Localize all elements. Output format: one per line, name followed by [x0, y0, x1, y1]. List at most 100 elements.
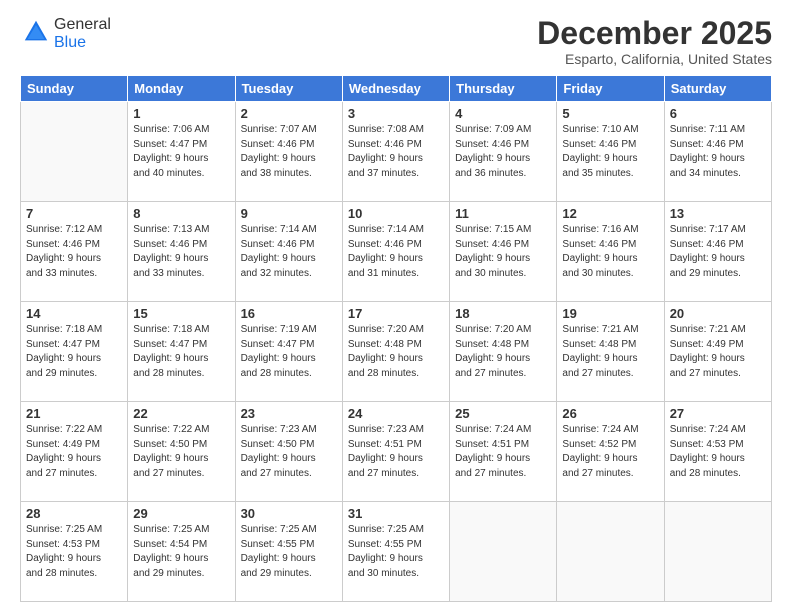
day-number: 11 — [455, 206, 551, 221]
logo-icon — [22, 18, 50, 46]
calendar-cell — [664, 502, 771, 602]
page: General Blue December 2025 Esparto, Cali… — [0, 0, 792, 612]
day-number: 31 — [348, 506, 444, 521]
day-info: Sunrise: 7:25 AMSunset: 4:53 PMDaylight:… — [26, 523, 122, 581]
day-info: Sunrise: 7:24 AMSunset: 4:53 PMDaylight:… — [670, 423, 766, 481]
week-row-2: 14 Sunrise: 7:18 AMSunset: 4:47 PMDayligh… — [21, 302, 772, 402]
calendar-cell: 23Sunrise: 7:23 AMSunset: 4:50 PMDayligh… — [235, 402, 342, 502]
calendar-cell: 18 Sunrise: 7:20 AMSunset: 4:48 PMDayligh… — [450, 302, 557, 402]
day-info: Sunrise: 7:22 AMSunset: 4:49 PMDaylight:… — [26, 423, 122, 481]
day-info: Sunrise: 7:11 AMSunset: 4:46 PMDaylight:… — [670, 123, 766, 181]
weekday-header-monday: Monday — [128, 76, 235, 102]
calendar-cell: 31 Sunrise: 7:25 AMSunset: 4:55 PMDayligh… — [342, 502, 449, 602]
main-title: December 2025 — [537, 16, 772, 51]
header: General Blue December 2025 Esparto, Cali… — [20, 16, 772, 67]
calendar-table: SundayMondayTuesdayWednesdayThursdayFrid… — [20, 75, 772, 602]
day-number: 12 — [562, 206, 658, 221]
calendar-cell: 20Sunrise: 7:21 AMSunset: 4:49 PMDayligh… — [664, 302, 771, 402]
day-number: 19 — [562, 306, 658, 321]
day-number: 26 — [562, 406, 658, 421]
day-info: Sunrise: 7:20 AMSunset: 4:48 PMDaylight:… — [455, 323, 551, 381]
day-info: Sunrise: 7:20 AMSunset: 4:48 PMDaylight:… — [348, 323, 444, 381]
day-info: Sunrise: 7:18 AMSunset: 4:47 PMDaylight:… — [133, 323, 229, 381]
day-number: 17 — [348, 306, 444, 321]
weekday-header-saturday: Saturday — [664, 76, 771, 102]
calendar-cell: 27 Sunrise: 7:24 AMSunset: 4:53 PMDayligh… — [664, 402, 771, 502]
calendar-cell: 16Sunrise: 7:19 AMSunset: 4:47 PMDayligh… — [235, 302, 342, 402]
calendar-cell: 19 Sunrise: 7:21 AMSunset: 4:48 PMDayligh… — [557, 302, 664, 402]
day-number: 20 — [670, 306, 766, 321]
calendar-cell: 4 Sunrise: 7:09 AMSunset: 4:46 PMDaylight… — [450, 102, 557, 202]
day-number: 29 — [133, 506, 229, 521]
day-info: Sunrise: 7:24 AMSunset: 4:51 PMDaylight:… — [455, 423, 551, 481]
day-number: 18 — [455, 306, 551, 321]
calendar-cell: 13 Sunrise: 7:17 AMSunset: 4:46 PMDayligh… — [664, 202, 771, 302]
day-info: Sunrise: 7:24 AMSunset: 4:52 PMDaylight:… — [562, 423, 658, 481]
day-number: 6 — [670, 106, 766, 121]
day-info: Sunrise: 7:21 AMSunset: 4:48 PMDaylight:… — [562, 323, 658, 381]
day-info: Sunrise: 7:12 AMSunset: 4:46 PMDaylight:… — [26, 223, 122, 281]
day-number: 4 — [455, 106, 551, 121]
calendar-cell: 11 Sunrise: 7:15 AMSunset: 4:46 PMDayligh… — [450, 202, 557, 302]
day-number: 23 — [241, 406, 337, 421]
calendar-cell: 28 Sunrise: 7:25 AMSunset: 4:53 PMDayligh… — [21, 502, 128, 602]
calendar-cell: 8 Sunrise: 7:13 AMSunset: 4:46 PMDaylight… — [128, 202, 235, 302]
day-info: Sunrise: 7:25 AMSunset: 4:54 PMDaylight:… — [133, 523, 229, 581]
day-info: Sunrise: 7:25 AMSunset: 4:55 PMDaylight:… — [348, 523, 444, 581]
calendar-cell: 12 Sunrise: 7:16 AMSunset: 4:46 PMDayligh… — [557, 202, 664, 302]
day-number: 9 — [241, 206, 337, 221]
day-info: Sunrise: 7:22 AMSunset: 4:50 PMDaylight:… — [133, 423, 229, 481]
day-info: Sunrise: 7:25 AMSunset: 4:55 PMDaylight:… — [241, 523, 337, 581]
day-info: Sunrise: 7:23 AMSunset: 4:51 PMDaylight:… — [348, 423, 444, 481]
day-number: 1 — [133, 106, 229, 121]
day-number: 24 — [348, 406, 444, 421]
day-info: Sunrise: 7:18 AMSunset: 4:47 PMDaylight:… — [26, 323, 122, 381]
day-number: 7 — [26, 206, 122, 221]
day-number: 25 — [455, 406, 551, 421]
calendar-cell: 3 Sunrise: 7:08 AMSunset: 4:46 PMDaylight… — [342, 102, 449, 202]
calendar-cell: 24 Sunrise: 7:23 AMSunset: 4:51 PMDayligh… — [342, 402, 449, 502]
calendar-cell: 1 Sunrise: 7:06 AMSunset: 4:47 PMDaylight… — [128, 102, 235, 202]
day-number: 27 — [670, 406, 766, 421]
logo: General Blue — [20, 16, 111, 52]
day-number: 2 — [241, 106, 337, 121]
calendar-cell: 7 Sunrise: 7:12 AMSunset: 4:46 PMDaylight… — [21, 202, 128, 302]
calendar-cell: 26 Sunrise: 7:24 AMSunset: 4:52 PMDayligh… — [557, 402, 664, 502]
logo-text: General Blue — [54, 16, 111, 52]
day-info: Sunrise: 7:17 AMSunset: 4:46 PMDaylight:… — [670, 223, 766, 281]
day-number: 22 — [133, 406, 229, 421]
calendar-cell: 21 Sunrise: 7:22 AMSunset: 4:49 PMDayligh… — [21, 402, 128, 502]
calendar-cell — [557, 502, 664, 602]
day-number: 28 — [26, 506, 122, 521]
week-row-3: 21 Sunrise: 7:22 AMSunset: 4:49 PMDayligh… — [21, 402, 772, 502]
day-number: 21 — [26, 406, 122, 421]
calendar-cell: 14 Sunrise: 7:18 AMSunset: 4:47 PMDayligh… — [21, 302, 128, 402]
day-info: Sunrise: 7:16 AMSunset: 4:46 PMDaylight:… — [562, 223, 658, 281]
day-number: 8 — [133, 206, 229, 221]
day-number: 13 — [670, 206, 766, 221]
day-number: 14 — [26, 306, 122, 321]
day-info: Sunrise: 7:06 AMSunset: 4:47 PMDaylight:… — [133, 123, 229, 181]
weekday-header-friday: Friday — [557, 76, 664, 102]
calendar-cell: 22 Sunrise: 7:22 AMSunset: 4:50 PMDayligh… — [128, 402, 235, 502]
day-info: Sunrise: 7:14 AMSunset: 4:46 PMDaylight:… — [241, 223, 337, 281]
day-info: Sunrise: 7:13 AMSunset: 4:46 PMDaylight:… — [133, 223, 229, 281]
weekday-header-row: SundayMondayTuesdayWednesdayThursdayFrid… — [21, 76, 772, 102]
calendar-cell: 10 Sunrise: 7:14 AMSunset: 4:46 PMDayligh… — [342, 202, 449, 302]
day-info: Sunrise: 7:14 AMSunset: 4:46 PMDaylight:… — [348, 223, 444, 281]
calendar-cell: 9 Sunrise: 7:14 AMSunset: 4:46 PMDaylight… — [235, 202, 342, 302]
day-info: Sunrise: 7:15 AMSunset: 4:46 PMDaylight:… — [455, 223, 551, 281]
calendar-cell: 25 Sunrise: 7:24 AMSunset: 4:51 PMDayligh… — [450, 402, 557, 502]
week-row-4: 28 Sunrise: 7:25 AMSunset: 4:53 PMDayligh… — [21, 502, 772, 602]
day-info: Sunrise: 7:19 AMSunset: 4:47 PMDaylight:… — [241, 323, 337, 381]
day-info: Sunrise: 7:08 AMSunset: 4:46 PMDaylight:… — [348, 123, 444, 181]
calendar-cell: 30 Sunrise: 7:25 AMSunset: 4:55 PMDayligh… — [235, 502, 342, 602]
day-number: 30 — [241, 506, 337, 521]
day-number: 3 — [348, 106, 444, 121]
calendar-cell: 2Sunrise: 7:07 AMSunset: 4:46 PMDaylight… — [235, 102, 342, 202]
day-info: Sunrise: 7:09 AMSunset: 4:46 PMDaylight:… — [455, 123, 551, 181]
week-row-1: 7 Sunrise: 7:12 AMSunset: 4:46 PMDaylight… — [21, 202, 772, 302]
calendar-cell: 15Sunrise: 7:18 AMSunset: 4:47 PMDayligh… — [128, 302, 235, 402]
day-number: 10 — [348, 206, 444, 221]
weekday-header-sunday: Sunday — [21, 76, 128, 102]
